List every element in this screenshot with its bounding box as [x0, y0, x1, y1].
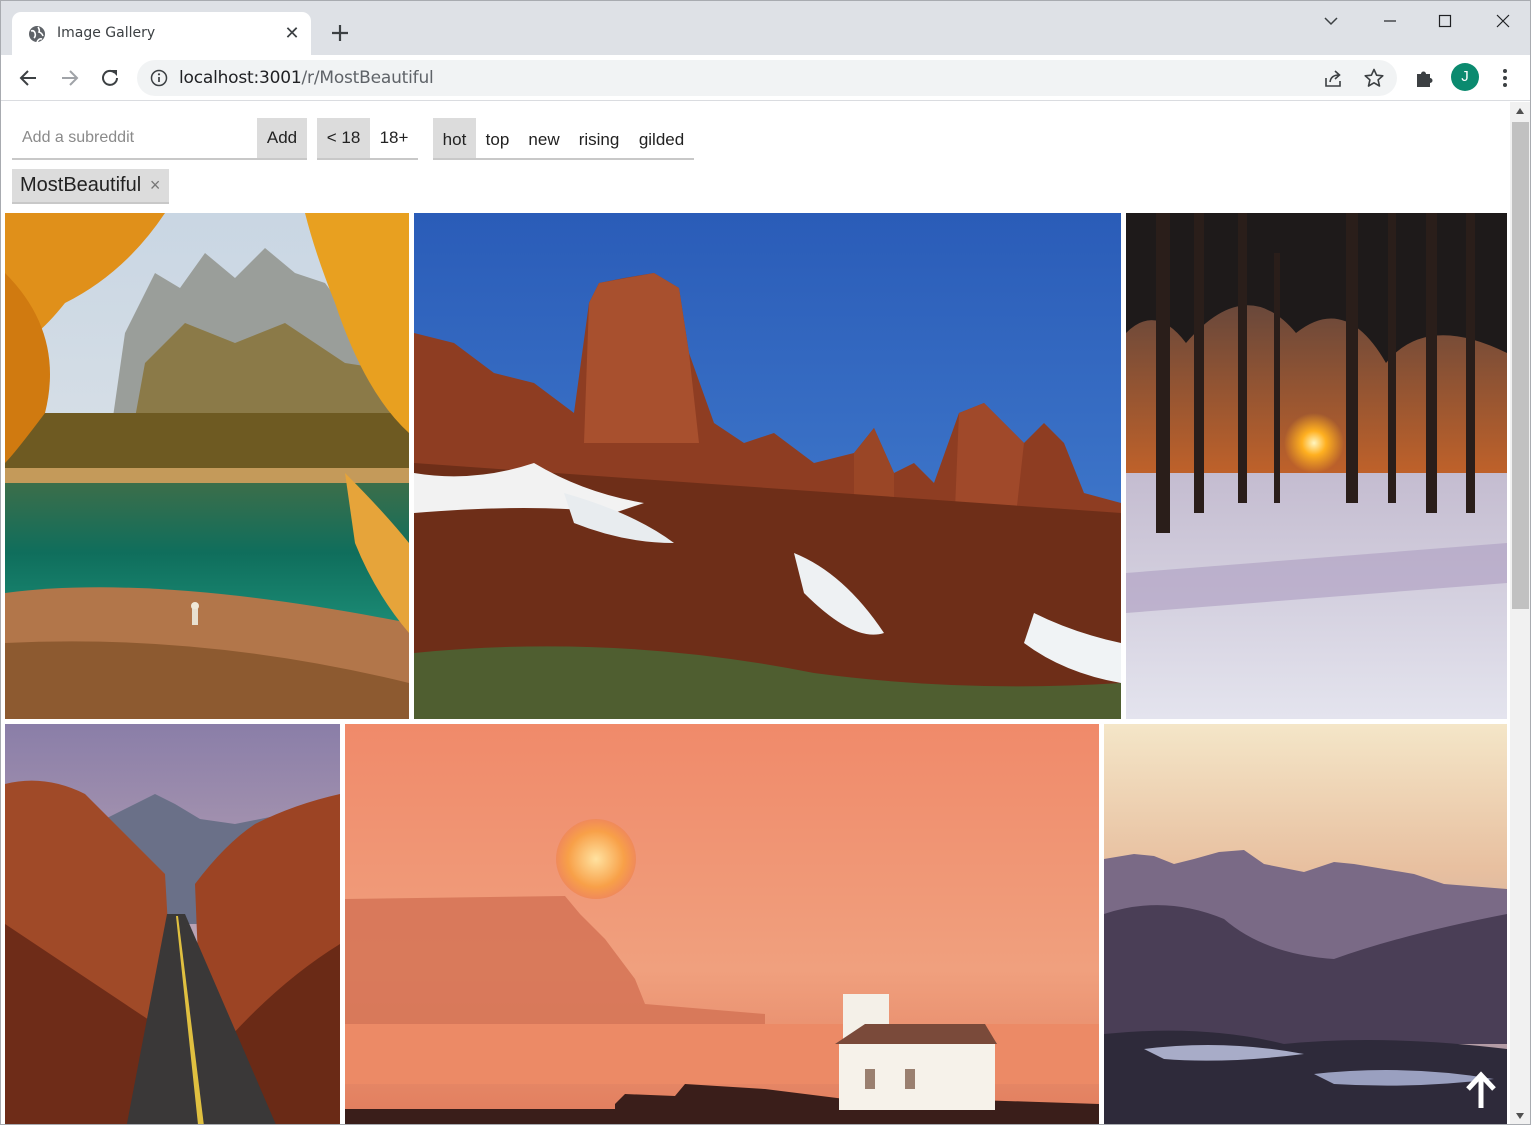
subreddit-input[interactable]	[12, 118, 257, 160]
avatar[interactable]: J	[1451, 63, 1479, 91]
sort-rising[interactable]: rising	[569, 118, 629, 158]
address-bar[interactable]: localhost:3001/r/MostBeautiful	[137, 60, 1397, 96]
photo-dusk-mesas	[1104, 724, 1507, 1124]
forward-arrow-icon[interactable]	[56, 65, 82, 91]
gallery-photo-5[interactable]	[345, 724, 1099, 1124]
age-filter-group: < 18 18+	[317, 118, 418, 160]
menu-dots-icon[interactable]	[1495, 67, 1515, 89]
tab-title: Image Gallery	[57, 25, 156, 41]
photo-sunset-church	[345, 724, 1099, 1124]
page-scrollbar[interactable]	[1510, 102, 1530, 1124]
star-icon[interactable]	[1363, 67, 1385, 89]
age-filter-under-18[interactable]: < 18	[317, 118, 370, 158]
photo-red-rock-spires	[414, 213, 1121, 719]
sort-top[interactable]: top	[476, 118, 519, 158]
reload-icon[interactable]	[97, 65, 123, 91]
photo-desert-road	[5, 724, 340, 1124]
sort-group: hot top new rising gilded	[433, 118, 694, 160]
photo-sunset-pines	[1126, 213, 1507, 719]
gallery-photo-2[interactable]	[414, 213, 1121, 719]
url-path: /r/MostBeautiful	[301, 68, 434, 88]
maximize-icon[interactable]	[1432, 9, 1458, 33]
url-text: localhost:3001/r/MostBeautiful	[179, 68, 434, 88]
gallery-photo-6[interactable]	[1104, 724, 1507, 1124]
plus-icon[interactable]	[327, 20, 353, 46]
back-arrow-icon[interactable]	[16, 65, 42, 91]
scroll-up-arrow-icon[interactable]	[1516, 108, 1524, 114]
subreddit-chip-label: MostBeautiful	[20, 174, 142, 196]
gallery-photo-3[interactable]	[1126, 213, 1507, 719]
tab-image-gallery[interactable]: Image Gallery ✕	[12, 12, 311, 55]
share-icon[interactable]	[1322, 68, 1344, 90]
page-viewport: Add < 18 18+ hot top new rising gilded M…	[2, 102, 1510, 1124]
browser-window: Image Gallery ✕ localhost:3001/r/MostBea…	[0, 0, 1531, 1125]
puzzle-icon[interactable]	[1413, 67, 1435, 89]
sort-hot[interactable]: hot	[433, 118, 476, 158]
remove-subreddit-icon[interactable]: ×	[148, 176, 162, 194]
info-icon[interactable]	[150, 69, 168, 87]
gallery-row-2	[5, 724, 1507, 1124]
gallery-row-1	[5, 213, 1507, 719]
sort-gilded[interactable]: gilded	[629, 118, 694, 158]
tab-strip: Image Gallery ✕	[1, 1, 1530, 55]
scroll-down-arrow-icon[interactable]	[1516, 1113, 1524, 1119]
add-subreddit-button[interactable]: Add	[257, 118, 307, 160]
scroll-thumb[interactable]	[1512, 122, 1529, 609]
browser-toolbar: localhost:3001/r/MostBeautiful J	[1, 55, 1530, 101]
arrow-up-icon[interactable]	[1464, 1070, 1498, 1110]
close-icon[interactable]: ✕	[282, 23, 302, 43]
minimize-icon[interactable]	[1377, 9, 1403, 33]
photo-autumn-lake	[5, 213, 409, 719]
age-filter-18-plus[interactable]: 18+	[370, 118, 418, 158]
window-close-icon[interactable]	[1490, 9, 1516, 33]
globe-icon	[29, 26, 45, 43]
gallery-photo-4[interactable]	[5, 724, 340, 1124]
chevron-down-icon[interactable]	[1318, 9, 1344, 33]
url-host: localhost:3001	[179, 68, 302, 88]
subreddit-chip: MostBeautiful ×	[12, 169, 170, 204]
sort-new[interactable]: new	[519, 118, 569, 158]
gallery-photo-1[interactable]	[5, 213, 409, 719]
